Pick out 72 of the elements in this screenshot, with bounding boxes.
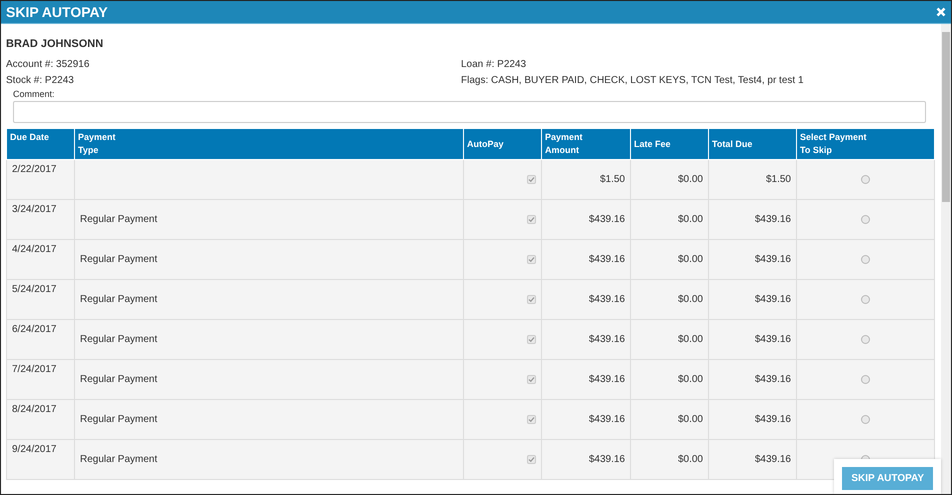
skip-radio-button[interactable]	[861, 294, 870, 304]
column-header: Payment Type	[74, 129, 464, 160]
skip-radio-button[interactable]	[861, 214, 870, 224]
total-due-cell: $439.16	[708, 240, 796, 280]
column-header: Late Fee	[630, 129, 708, 160]
column-header: Select Payment To Skip	[796, 129, 934, 160]
due-date-cell: 8/24/2017	[6, 400, 74, 440]
skip-radio-button[interactable]	[861, 374, 870, 384]
column-header: Total Due	[708, 129, 796, 160]
autopay-checkbox[interactable]	[527, 294, 536, 304]
customer-name: BRAD JOHNSONN	[6, 38, 104, 50]
late-fee-cell: $0.00	[630, 200, 708, 240]
late-fee-cell: $0.00	[630, 280, 708, 320]
late-fee-cell: $0.00	[630, 160, 708, 200]
loan-number: Loan #: P2243	[461, 59, 528, 71]
payment-amount-cell: $439.16	[542, 240, 630, 280]
due-date-cell: 9/24/2017	[6, 440, 74, 480]
skip-radio-button[interactable]	[861, 414, 870, 424]
payment-amount-cell: $439.16	[542, 200, 630, 240]
column-header: Payment Amount	[542, 129, 630, 160]
payment-type-cell: Regular Payment	[74, 320, 464, 360]
payment-type-cell: Regular Payment	[74, 280, 464, 320]
column-header: AutoPay	[464, 129, 542, 160]
account-number: Account #: 352916	[6, 59, 90, 71]
autopay-checkbox[interactable]	[527, 174, 536, 184]
due-date-cell: 4/24/2017	[6, 240, 74, 280]
comment-field[interactable]	[13, 101, 926, 123]
autopay-checkbox[interactable]	[527, 334, 536, 344]
total-due-cell: $439.16	[708, 360, 796, 400]
payment-amount-cell: $1.50	[542, 160, 630, 200]
autopay-checkbox[interactable]	[527, 374, 536, 384]
due-date-cell: 6/24/2017	[6, 320, 74, 360]
payment-amount-cell: $439.16	[542, 400, 630, 440]
skip-autopay-button[interactable]: SKIP AUTOPAY	[842, 467, 933, 490]
autopay-checkbox[interactable]	[527, 214, 536, 224]
late-fee-cell: $0.00	[630, 440, 708, 480]
column-header: Due Date	[6, 129, 74, 160]
total-due-cell: $439.16	[708, 440, 796, 480]
payment-amount-cell: $439.16	[542, 360, 630, 400]
due-date-cell: 5/24/2017	[6, 280, 74, 320]
payment-amount-cell: $439.16	[542, 320, 630, 360]
total-due-cell: $1.50	[708, 160, 796, 200]
late-fee-cell: $0.00	[630, 240, 708, 280]
payment-amount-cell: $439.16	[542, 440, 630, 480]
total-due-cell: $439.16	[708, 200, 796, 240]
autopay-checkbox[interactable]	[527, 254, 536, 264]
close-icon[interactable]	[936, 7, 946, 17]
payment-type-cell: Regular Payment	[74, 200, 464, 240]
due-date-cell: 7/24/2017	[6, 360, 74, 400]
window-title: SKIP AUTOPAY	[6, 4, 108, 20]
payment-amount-cell: $439.16	[542, 280, 630, 320]
late-fee-cell: $0.00	[630, 400, 708, 440]
late-fee-cell: $0.00	[630, 320, 708, 360]
comment-label: Comment:	[13, 89, 56, 99]
payment-type-cell: Regular Payment	[74, 240, 464, 280]
payment-type-cell: Regular Payment	[74, 440, 464, 480]
skip-radio-button[interactable]	[861, 254, 870, 264]
payment-type-cell: Regular Payment	[74, 360, 464, 400]
autopay-checkbox[interactable]	[527, 454, 536, 464]
flags-text: Flags: CASH, BUYER PAID, CHECK, LOST KEYS, TCN Test, Test4, pr test 1	[461, 75, 804, 87]
payment-type-cell: Regular Payment	[74, 400, 464, 440]
total-due-cell: $439.16	[708, 320, 796, 360]
stock-number: Stock #: P2243	[6, 75, 75, 87]
late-fee-cell: $0.00	[630, 360, 708, 400]
skip-radio-button[interactable]	[861, 334, 870, 344]
total-due-cell: $439.16	[708, 400, 796, 440]
scrollbar[interactable]	[941, 24, 951, 494]
due-date-cell: 3/24/2017	[6, 200, 74, 240]
total-due-cell: $439.16	[708, 280, 796, 320]
due-date-cell: 2/22/2017	[6, 160, 74, 200]
skip-radio-button[interactable]	[861, 174, 870, 184]
autopay-checkbox[interactable]	[527, 414, 536, 424]
